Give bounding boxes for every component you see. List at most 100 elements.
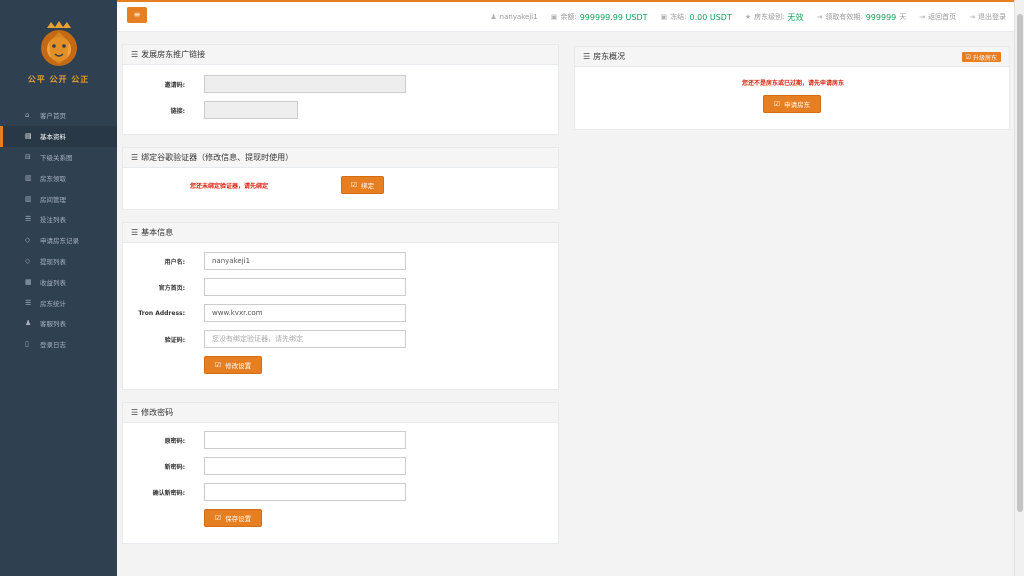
list-icon: ☰ [131,50,139,59]
panel-title: 发展房东推广链接 [141,50,206,59]
sidebar-nav: ⌂ 客户首页 ▤ 基本资料 ⊟ 下级关系图 ▥ 房东领取 ▥ 房间管理 ☰ 投注列表 ◇ 申请… [0,105,117,355]
confirm-password-field[interactable] [204,483,406,501]
save-password-button[interactable]: ☑ 保存设置 [204,509,262,527]
users-icon: ♟ [25,319,32,328]
list-icon: ☰ [25,298,32,307]
save-info-button-label: 修改设置 [225,362,252,370]
sidebar-item-label: 客服列表 [40,320,66,329]
logout-link-label: 退出登录 [978,13,1006,21]
panel-header: ☰ 基本信息 [123,223,558,243]
new-password-row: 新密码: [123,457,185,475]
sidebar-item-label: 收益列表 [40,278,66,287]
sidebar-item-label: 登录日志 [40,341,66,350]
upgrade-landlord-label: 升级房东 [972,54,997,62]
panel-header: ☰ 发展房东推广链接 [123,45,558,65]
top-bar: ≡ ♟ nanyakeji1 ▣ 余额: 999999.99 USDT ▣ 冻结: 0.0… [117,0,1024,32]
sidebar-item-label: 房东领取 [40,174,66,183]
lion-logo-icon [40,21,77,66]
sidebar-item-basic-info[interactable]: ▤ 基本资料 [0,125,117,147]
id-card-icon: ▤ [25,132,32,141]
menu-toggle-button[interactable]: ≡ [127,7,147,23]
diamond-icon: ◇ [25,256,31,265]
old-password-field[interactable] [204,431,406,449]
username: nanyakeji1 [499,13,538,21]
username-field[interactable]: nanyakeji1 [204,252,406,270]
top-info: ♟ nanyakeji1 ▣ 余额: 999999.99 USDT ▣ 冻结: 0.00 … [490,2,1006,32]
sidebar-item-withdrawals[interactable]: ◇ 提现列表 [0,251,117,272]
old-password-row: 原密码: [123,431,185,449]
home-icon: ⌂ [25,111,30,120]
list-icon: ☰ [131,228,139,237]
landlord-level-value: 无效 [787,12,804,22]
check-square-icon: ☑ [773,100,781,108]
landlord-overview-panel: ☰ 房东概况 ☑ 升级房东 您还不是房东或已过期，请先申请房东 ☑ 申请房东 [574,46,1010,130]
page-scrollbar[interactable] [1014,0,1024,576]
sidebar-item-landlord-stats[interactable]: ☰ 房东统计 [0,292,117,313]
upgrade-landlord-button[interactable]: ☑ 升级房东 [961,52,1001,62]
home-link[interactable]: ⇥ 返回首页 [919,12,956,22]
sidebar-item-label: 下级关系图 [40,153,73,162]
sidebar-item-login-log[interactable]: ▯ 登录日志 [0,334,117,355]
tron-address-field[interactable]: www.kvxr.com [204,304,406,322]
promo-link-field[interactable] [204,101,298,119]
new-password-field[interactable] [204,457,406,475]
confirm-password-row: 确认新密码: [123,483,185,501]
sidebar-item-label: 房间管理 [40,195,66,204]
expiry-value: 999999 [865,12,897,22]
balance-label: 余额: [560,13,577,21]
link-row: 链接: [123,101,185,119]
landlord-warning: 您还不是房东或已过期，请先申请房东 [741,80,844,87]
home-link-label: 返回首页 [928,13,957,21]
balance-value: 999999.99 USDT [579,12,648,22]
sidebar-item-landlord-applications[interactable]: ◇ 申请房东记录 [0,230,117,251]
verification-code-field[interactable]: 您没有绑定验证器，请先绑定 [204,330,406,348]
tron-row: Tron Address: [123,304,185,322]
google-auth-panel: ☰ 绑定谷歌验证器（修改信息、提现时使用） 您还未绑定验证器，请先绑定 ☑ 绑定 [122,147,559,210]
new-password-label: 新密码: [164,463,185,471]
website-row: 官方首页: [123,278,185,296]
logout-link[interactable]: ⇥ 退出登录 [969,12,1006,22]
list-icon: ☰ [25,215,32,224]
sidebar-item-subordinate-tree[interactable]: ⊟ 下级关系图 [0,147,117,168]
panel-header: ☰ 房东概况 ☑ 升级房东 [575,47,1009,67]
confirm-password-label: 确认新密码: [152,489,185,497]
sidebar-item-support-list[interactable]: ♟ 客服列表 [0,313,117,334]
frozen-value: 0.00 USDT [689,12,732,22]
landlord-level-item: ★ 房东级别: 无效 [745,12,804,23]
sidebar-item-room-management[interactable]: ▥ 房间管理 [0,188,117,209]
panel-header: ☰ 修改密码 [123,403,558,423]
star-icon: ★ [744,13,752,21]
sidebar-item-customer-home[interactable]: ⌂ 客户首页 [0,105,117,126]
sitemap-icon: ⊟ [25,152,31,161]
panel-title: 绑定谷歌验证器（修改信息、提现时使用） [141,153,294,162]
expiry-unit: 天 [899,13,907,21]
bank-icon: ▥ [25,173,32,182]
password-panel: ☰ 修改密码 原密码: 新密码: 确认新密码: ☑ 保存设置 [122,402,559,544]
panel-header: ☰ 绑定谷歌验证器（修改信息、提现时使用） [123,148,558,168]
sidebar-item-label: 客户首页 [40,112,66,121]
check-square-icon: ☑ [214,361,222,369]
sidebar-item-label: 房东统计 [40,299,66,308]
list-icon: ☰ [131,153,139,162]
bind-warning: 您还未绑定验证器，请先绑定 [190,183,269,190]
website-field[interactable] [204,278,406,296]
sidebar-item-earnings[interactable]: ▦ 收益列表 [0,271,117,292]
invite-row: 邀请码: [123,75,185,93]
file-icon: ▯ [25,340,29,349]
landlord-level-label: 房东级别: [754,13,785,21]
apply-landlord-button[interactable]: ☑ 申请房东 [763,95,821,113]
check-square-icon: ☑ [350,181,358,189]
invite-label: 邀请码: [164,81,185,89]
sidebar-item-landlord-claim[interactable]: ▥ 房东领取 [0,167,117,188]
sidebar-item-label: 基本资料 [40,133,66,142]
list-icon: ☰ [131,408,139,417]
invite-code-field[interactable] [204,75,406,93]
panel-title: 基本信息 [141,228,174,237]
sidebar-item-bet-list[interactable]: ☰ 投注列表 [0,209,117,230]
bind-button[interactable]: ☑ 绑定 [341,176,384,194]
user-icon: ♟ [490,13,497,21]
save-info-button[interactable]: ☑ 修改设置 [204,356,262,374]
scrollbar-thumb[interactable] [1017,14,1023,512]
basic-info-panel: ☰ 基本信息 用户名: nanyakeji1 官方首页: Tron Address… [122,222,559,390]
sidebar-item-label: 提现列表 [40,257,66,266]
